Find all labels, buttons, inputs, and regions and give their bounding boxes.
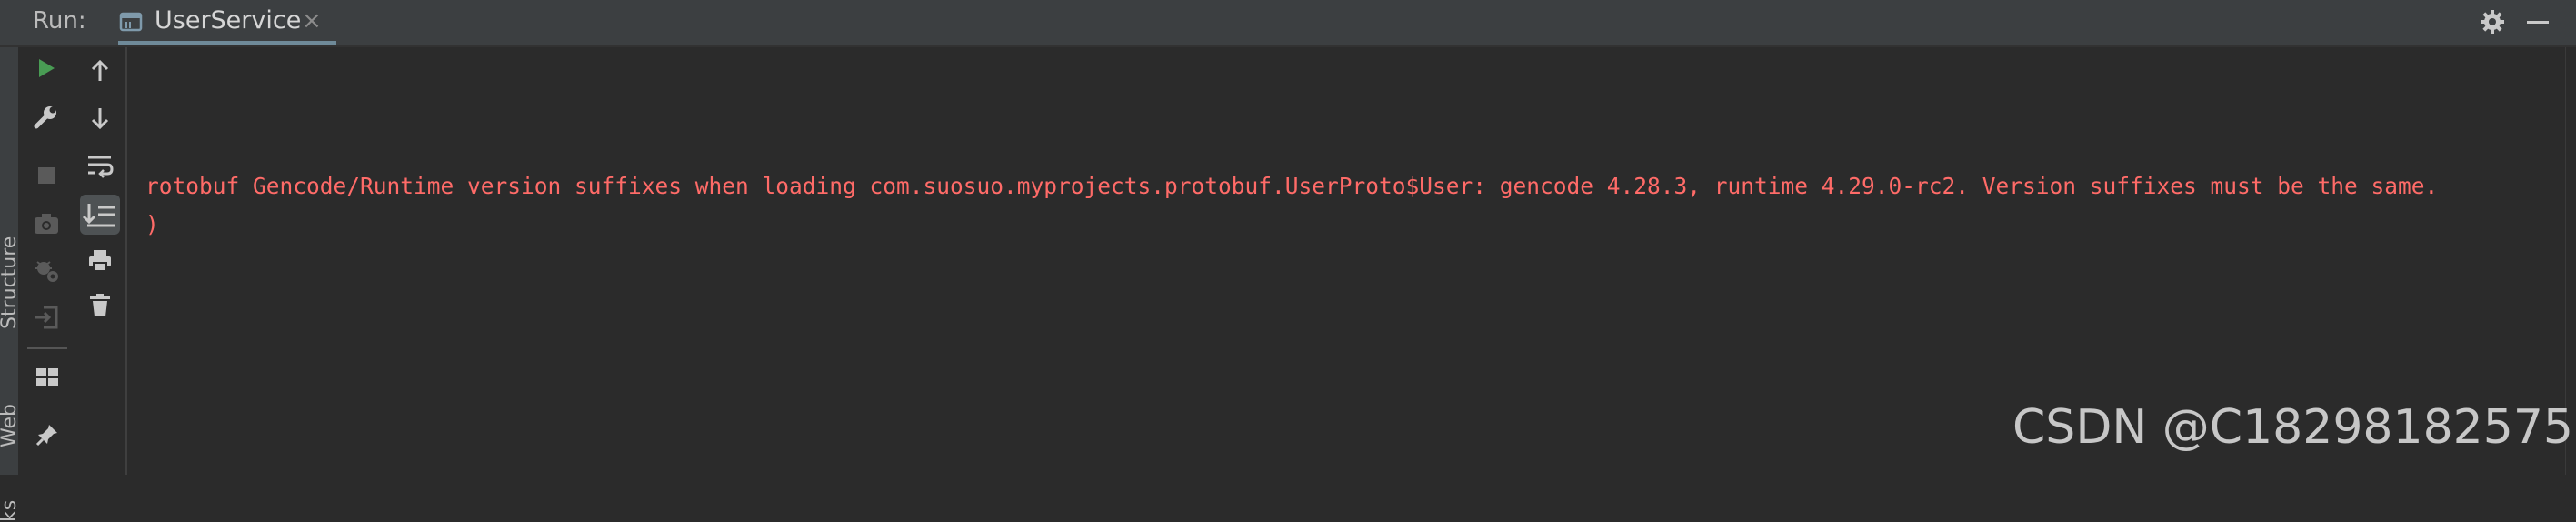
gear-icon[interactable] xyxy=(2478,7,2507,40)
tab-label: UserService xyxy=(155,6,302,35)
arrow-down-icon[interactable] xyxy=(87,105,113,135)
tab-active-indicator xyxy=(118,41,336,45)
stop-icon[interactable] xyxy=(36,166,56,189)
trash-icon[interactable] xyxy=(88,293,112,322)
debug-settings-icon[interactable] xyxy=(33,256,60,287)
run-label: Run: xyxy=(33,7,86,35)
play-icon[interactable] xyxy=(35,56,58,84)
run-toolwindow-header: Run: UserService × xyxy=(0,0,2576,47)
console-toolbar xyxy=(76,47,125,475)
run-config-icon xyxy=(118,11,145,38)
print-icon[interactable] xyxy=(87,247,113,276)
console-line-error-continued: ) xyxy=(145,211,159,237)
arrow-up-icon[interactable] xyxy=(87,58,113,87)
pin-icon[interactable] xyxy=(35,422,60,451)
close-icon[interactable]: × xyxy=(302,7,322,35)
login-icon[interactable] xyxy=(33,304,60,335)
layout-icon[interactable] xyxy=(35,366,60,393)
console-line-error: rotobuf Gencode/Runtime version suffixes… xyxy=(145,173,2439,199)
scroll-to-end-icon[interactable] xyxy=(80,195,120,235)
camera-icon[interactable] xyxy=(33,211,60,240)
soft-wrap-icon[interactable] xyxy=(85,153,115,182)
toolbar-separator xyxy=(27,347,67,349)
extra-tab[interactable]: ks xyxy=(0,500,21,522)
wrench-icon[interactable] xyxy=(33,104,60,135)
watermark: CSDN @C18298182575 xyxy=(2012,400,2574,455)
run-toolbar xyxy=(18,47,76,475)
tab-userservice[interactable]: UserService × xyxy=(118,0,336,45)
side-toolwindow-strip: Structure Web ks xyxy=(0,47,21,522)
minimize-icon[interactable] xyxy=(2523,7,2552,40)
